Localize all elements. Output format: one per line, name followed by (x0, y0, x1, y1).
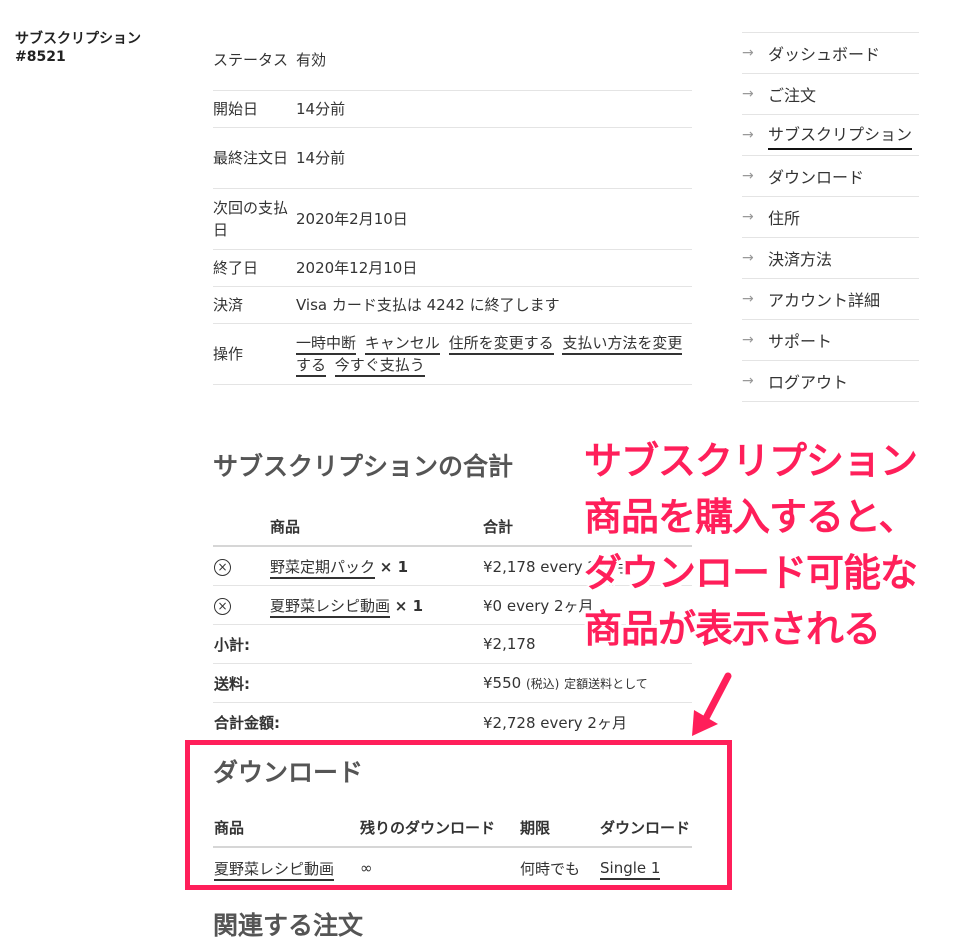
detail-label: 最終注文日 (213, 127, 296, 189)
shipping-note: 定額送料として (564, 677, 648, 691)
nav-item-support[interactable]: → サポート (742, 319, 919, 360)
subtotal-label: 小計: (213, 624, 482, 664)
arrow-right-icon: → (742, 373, 754, 389)
detail-value: 有効 (296, 30, 692, 91)
arrow-right-icon: → (742, 168, 754, 184)
detail-value: 14分前 (296, 127, 692, 189)
related-orders-title: 関連する注文 (213, 911, 364, 940)
detail-value: 14分前 (296, 90, 692, 128)
detail-row-status: ステータス 有効 (213, 30, 692, 91)
detail-row-start: 開始日 14分前 (213, 90, 692, 128)
detail-row-payment: 決済 Visa カード支払は 4242 に終了します (213, 286, 692, 324)
totals-title: サブスクリプションの合計 (213, 452, 514, 481)
detail-row-actions: 操作 一時中断 キャンセル 住所を変更する 支払い方法を変更する 今すぐ支払う (213, 323, 692, 385)
detail-value: Visa カード支払は 4242 に終了します (296, 286, 692, 324)
annotation-callout: サブスクリプション 商品を購入すると、 ダウンロード可能な 商品が表示される (584, 433, 964, 657)
totals-header-product: 商品 (269, 507, 482, 547)
annotation-line: 商品を購入すると、 (584, 495, 916, 539)
detail-label: 操作 (213, 323, 296, 385)
product-qty: × 1 (379, 557, 409, 576)
actions-cell: 一時中断 キャンセル 住所を変更する 支払い方法を変更する 今すぐ支払う (296, 323, 692, 385)
nav-item-addresses[interactable]: → 住所 (742, 196, 919, 237)
circle-x-icon[interactable]: × (214, 558, 231, 576)
nav-item-dashboard[interactable]: → ダッシュボード (742, 32, 919, 73)
cancel-link[interactable]: キャンセル (364, 334, 440, 355)
grand-total-row: 合計金額: ¥2,728 every 2ヶ月 (213, 702, 692, 742)
annotation-arrow-icon (692, 672, 732, 736)
totals-header-remove (213, 507, 269, 547)
product-link[interactable]: 野菜定期パック (270, 557, 376, 579)
detail-label: ステータス (213, 30, 296, 91)
circle-x-icon[interactable]: × (214, 597, 231, 615)
nav-item-account-details[interactable]: → アカウント詳細 (742, 278, 919, 319)
nav-item-payment-methods[interactable]: → 決済方法 (742, 237, 919, 278)
product-qty: × 1 (394, 596, 424, 615)
annotation-highlight-box (185, 740, 732, 890)
suspend-link[interactable]: 一時中断 (296, 334, 357, 355)
detail-label: 開始日 (213, 90, 296, 128)
shipping-value: ¥550 (483, 674, 522, 692)
page-title: サブスクリプション #8521 (15, 30, 141, 66)
pay-now-link[interactable]: 今すぐ支払う (334, 356, 425, 377)
arrow-right-icon: → (742, 332, 754, 348)
change-address-link[interactable]: 住所を変更する (448, 334, 554, 355)
detail-label: 次回の支払日 (213, 188, 296, 250)
detail-value: 2020年2月10日 (296, 188, 692, 250)
grand-total-value: ¥2,728 every 2ヶ月 (482, 702, 692, 742)
annotation-line: サブスクリプション (584, 439, 918, 483)
detail-row-next-payment: 次回の支払日 2020年2月10日 (213, 188, 692, 250)
shipping-label: 送料: (213, 663, 482, 703)
nav-item-downloads[interactable]: → ダウンロード (742, 155, 919, 196)
page-title-line2: #8521 (15, 49, 66, 65)
shipping-row: 送料: ¥550 (税込) 定額送料として (213, 663, 692, 703)
arrow-right-icon: → (742, 209, 754, 225)
nav-item-logout[interactable]: → ログアウト (742, 360, 919, 402)
nav-item-orders[interactable]: → ご注文 (742, 73, 919, 114)
account-nav: → ダッシュボード → ご注文 → サブスクリプション → ダウンロード → 住所 → 決済… (742, 32, 919, 402)
detail-row-last-order: 最終注文日 14分前 (213, 127, 692, 189)
detail-row-end: 終了日 2020年12月10日 (213, 249, 692, 287)
page-title-line1: サブスクリプション (15, 31, 141, 47)
shipping-tax: (税込) (525, 677, 560, 691)
arrow-right-icon: → (742, 127, 754, 143)
grand-total-label: 合計金額: (213, 702, 482, 742)
arrow-right-icon: → (742, 45, 754, 61)
product-link[interactable]: 夏野菜レシピ動画 (270, 596, 391, 618)
nav-item-subscriptions[interactable]: → サブスクリプション (742, 114, 919, 155)
annotation-line: 商品が表示される (584, 607, 881, 651)
annotation-line: ダウンロード可能な (584, 551, 918, 595)
arrow-right-icon: → (742, 291, 754, 307)
detail-value: 2020年12月10日 (296, 249, 692, 287)
detail-label: 終了日 (213, 249, 296, 287)
shipping-value-cell: ¥550 (税込) 定額送料として (482, 663, 692, 703)
detail-label: 決済 (213, 286, 296, 324)
arrow-right-icon: → (742, 86, 754, 102)
subscription-details: ステータス 有効 開始日 14分前 最終注文日 14分前 次回の支払日 2020… (213, 30, 692, 385)
arrow-right-icon: → (742, 250, 754, 266)
